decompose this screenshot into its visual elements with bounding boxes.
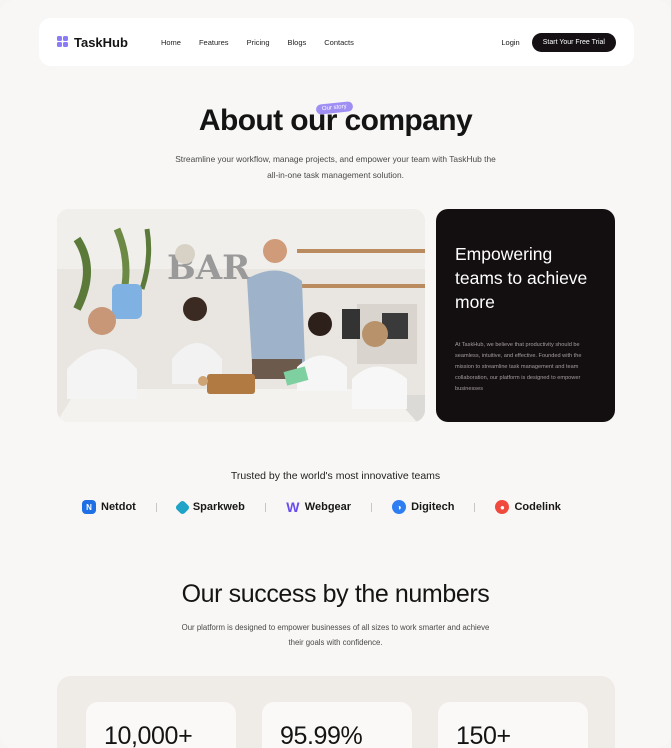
sparkweb-logo-icon	[174, 499, 191, 515]
stat-card: 150+	[438, 702, 588, 748]
brand-netdot: N Netdot	[82, 500, 136, 514]
logo-text: TaskHub	[74, 34, 128, 50]
brand-name: Sparkweb	[192, 501, 245, 513]
brand-sparkweb: Sparkweb	[174, 499, 245, 515]
stats-subtitle: Our platform is designed to empower busi…	[181, 623, 490, 647]
nav-link-pricing[interactable]: Pricing	[247, 38, 270, 47]
start-free-trial-button[interactable]: Start Your Free Trial	[531, 32, 616, 52]
team-meeting-image: BAR	[57, 209, 425, 422]
nav-link-home[interactable]: Home	[161, 38, 181, 47]
navbar: TaskHub Home Features Pricing Blogs Cont…	[39, 18, 634, 66]
brand-logos: N Netdot Sparkweb W Webgear ◑ Digitech ●…	[82, 499, 561, 515]
team-photo: BAR	[57, 209, 425, 422]
netdot-logo-icon: N	[82, 500, 96, 514]
divider	[155, 502, 157, 512]
digitech-logo-icon: ◑	[392, 500, 407, 514]
brand-name: Netdot	[101, 501, 136, 513]
taskhub-logo-icon	[57, 36, 69, 48]
nav-link-contacts[interactable]: Contacts	[324, 38, 354, 47]
mission-card: Empowering teams to achieve more At Task…	[436, 209, 615, 422]
divider	[474, 502, 476, 512]
mission-heading: Empowering teams to achieve more	[455, 244, 588, 312]
webgear-logo-icon: W	[286, 499, 300, 515]
brand-webgear: W Webgear	[286, 499, 352, 515]
nav-link-blogs[interactable]: Blogs	[288, 38, 307, 47]
trusted-title: Trusted by the world's most innovative t…	[230, 470, 441, 482]
brand-codelink: ● Codelink	[495, 500, 561, 514]
brand-name: Digitech	[411, 501, 455, 513]
brand-digitech: ◑ Digitech	[392, 500, 454, 514]
nav-link-features[interactable]: Features	[199, 38, 229, 47]
stat-card: 95.99%	[262, 702, 412, 748]
stats-title: Our success by the numbers	[181, 580, 490, 608]
brand-name: Codelink	[514, 501, 561, 513]
hero-subtitle: Streamline your workflow, manage project…	[175, 154, 496, 180]
logo[interactable]: TaskHub	[57, 35, 128, 50]
divider	[371, 502, 373, 512]
nav-menu: Home Features Pricing Blogs Contacts	[161, 38, 354, 47]
stat-card: 10,000+	[86, 702, 236, 748]
mission-body: At TaskHub, we believe that productivity…	[455, 342, 582, 392]
login-link[interactable]: Login	[501, 38, 519, 47]
codelink-logo-icon: ●	[495, 500, 510, 514]
brand-name: Webgear	[304, 501, 352, 513]
divider	[264, 502, 266, 512]
page: TaskHub Home Features Pricing Blogs Cont…	[0, 0, 671, 748]
